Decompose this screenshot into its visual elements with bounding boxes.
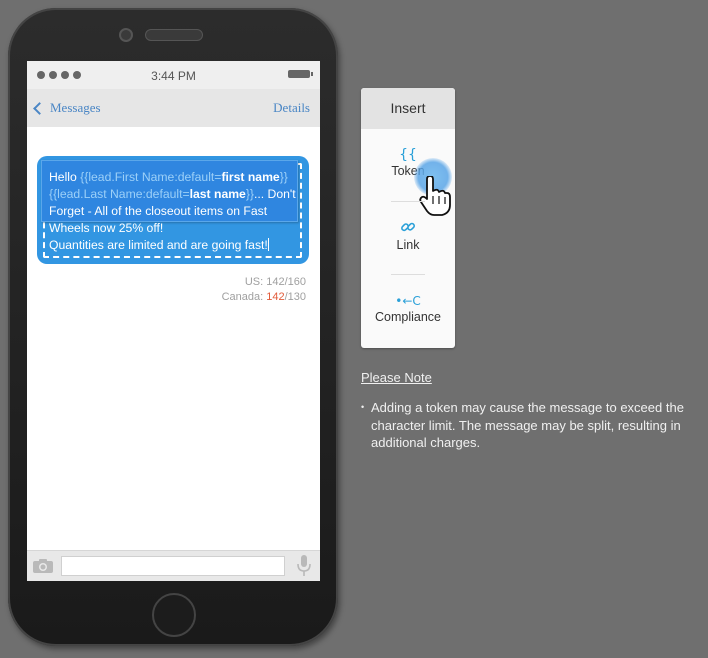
token-suffix: }} [279, 170, 288, 184]
insert-link-label: Link [396, 238, 420, 252]
divider [391, 274, 425, 275]
chevron-left-icon [33, 102, 46, 115]
back-label: Messages [50, 100, 101, 115]
note-title: Please Note [361, 370, 432, 385]
message-text[interactable]: Hello {{lead.First Name:default=first na… [49, 169, 301, 254]
insert-panel: Insert {{ Token Link •←C Compliance [361, 88, 455, 348]
token-default: last name [189, 187, 246, 201]
link-icon [401, 222, 415, 232]
compose-bar [27, 550, 320, 581]
token-prefix: {{lead.Last Name:default= [49, 187, 190, 201]
compliance-icon: •←C [395, 294, 421, 308]
divider [391, 201, 425, 202]
canada-count-limit: /130 [284, 291, 306, 303]
status-time: 3:44 PM [151, 69, 196, 83]
speaker-grille [145, 29, 203, 41]
canada-count: Canada: 142/130 [222, 290, 306, 305]
message-line-2: Quantities are limited and are going fas… [49, 238, 268, 252]
token-default: first name [221, 170, 280, 184]
insert-compliance-button[interactable]: •←C Compliance [361, 292, 455, 324]
text-caret [267, 238, 269, 251]
last-name-token: {{lead.Last Name:default=last name}} [49, 187, 254, 201]
us-count-label: US: [244, 276, 267, 288]
us-count: US: 142/160 [222, 275, 306, 290]
camera-icon[interactable] [33, 559, 53, 573]
greeting-text: Hello [49, 170, 81, 184]
messages-nav-bar: Messages Details [27, 89, 320, 127]
us-count-used: 142 [266, 276, 285, 288]
insert-panel-title: Insert [361, 88, 455, 129]
note-item: Adding a token may cause the message to … [361, 399, 701, 452]
compose-input[interactable] [61, 556, 285, 576]
home-button[interactable] [152, 593, 196, 637]
phone-frame: 3:44 PM Messages Details Hello {{lead.Fi… [8, 8, 338, 646]
canada-count-label: Canada: [221, 291, 267, 303]
phone-screen: 3:44 PM Messages Details Hello {{lead.Fi… [27, 61, 320, 581]
character-counts: US: 142/160 Canada: 142/130 [222, 275, 306, 305]
us-count-limit: /160 [284, 276, 306, 288]
battery-icon [288, 70, 313, 78]
insert-link-button[interactable]: Link [361, 219, 455, 252]
details-button[interactable]: Details [273, 100, 310, 116]
hand-cursor-icon [419, 176, 451, 216]
message-bubble[interactable]: Hello {{lead.First Name:default=first na… [37, 156, 309, 264]
status-bar: 3:44 PM [27, 61, 320, 89]
note-body: Adding a token may cause the message to … [361, 399, 701, 452]
insert-compliance-label: Compliance [374, 310, 441, 324]
microphone-icon[interactable] [296, 555, 312, 577]
token-prefix: {{lead.First Name:default= [80, 170, 222, 184]
front-camera [119, 28, 133, 42]
back-button[interactable]: Messages [33, 100, 101, 116]
canada-count-used: 142 [266, 291, 285, 303]
first-name-token: {{lead.First Name:default=first name}} [80, 170, 288, 184]
token-suffix: }} [245, 187, 254, 201]
